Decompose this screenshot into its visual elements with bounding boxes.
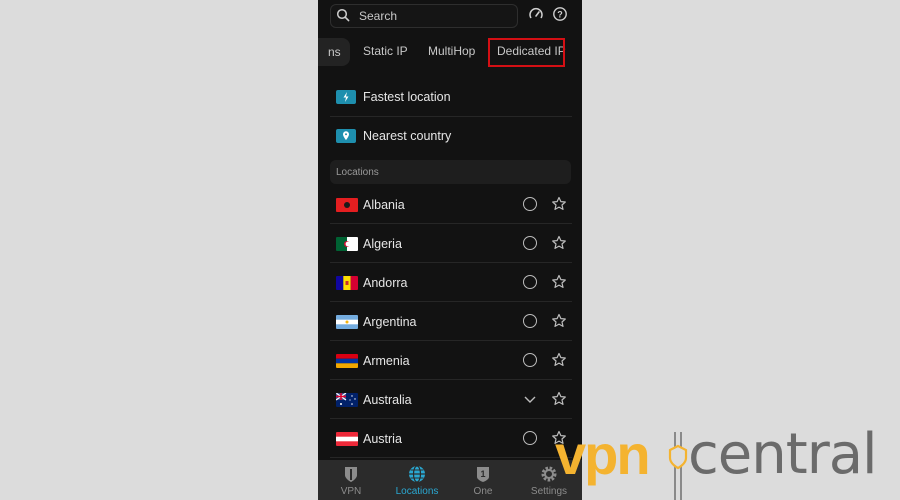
nav-locations[interactable]: Locations	[384, 460, 450, 500]
highlight-box	[488, 38, 565, 67]
shield-icon	[345, 467, 357, 482]
flag-andorra-icon	[336, 276, 358, 290]
tab-locations[interactable]: ns	[318, 38, 350, 66]
location-name: Andorra	[363, 276, 408, 290]
flag-armenia-icon	[336, 354, 358, 368]
connect-radio[interactable]	[523, 314, 537, 328]
tab-static-ip[interactable]: Static IP	[363, 44, 408, 58]
speed-test-icon[interactable]	[528, 6, 544, 22]
logo-vpn-text: vpn	[555, 423, 651, 486]
globe-icon	[409, 465, 425, 483]
flag-australia-icon	[336, 393, 358, 407]
bolt-icon	[336, 90, 356, 104]
bottom-nav: VPN Locations 1 One Settings	[318, 460, 582, 500]
app-window: Search ? ns Static IP MultiHop Dedicated…	[318, 0, 582, 500]
nearest-country-item[interactable]: Nearest country	[330, 117, 572, 155]
location-row-andorra[interactable]: Andorra	[330, 263, 572, 302]
flag-argentina-icon	[336, 315, 358, 329]
logo-shield-icon	[668, 432, 688, 500]
search-placeholder: Search	[359, 9, 398, 23]
nav-vpn[interactable]: VPN	[318, 460, 384, 500]
chevron-down-icon[interactable]	[523, 392, 537, 406]
flag-albania-icon	[336, 198, 358, 212]
vpncentral-watermark: vpn central	[555, 422, 900, 500]
location-name: Algeria	[363, 237, 402, 251]
help-icon[interactable]: ?	[552, 6, 568, 22]
flag-austria-icon	[336, 432, 358, 446]
one-badge-icon: 1	[477, 467, 489, 482]
connect-radio[interactable]	[523, 197, 537, 211]
location-name: Argentina	[363, 315, 417, 329]
location-name: Albania	[363, 198, 405, 212]
svg-text:?: ?	[557, 10, 563, 20]
flag-algeria-icon	[336, 237, 358, 251]
location-row-austria[interactable]: Austria	[330, 419, 572, 458]
fastest-location-item[interactable]: Fastest location	[330, 78, 572, 116]
nearest-country-label: Nearest country	[363, 129, 452, 143]
favorite-star-icon[interactable]	[551, 313, 567, 329]
divider	[330, 457, 572, 458]
connect-radio[interactable]	[523, 353, 537, 367]
location-row-armenia[interactable]: Armenia	[330, 341, 572, 380]
favorite-star-icon[interactable]	[551, 274, 567, 290]
logo-central-text: central	[688, 422, 878, 487]
favorite-star-icon[interactable]	[551, 235, 567, 251]
favorite-star-icon[interactable]	[551, 352, 567, 368]
location-pin-icon	[336, 129, 356, 143]
location-row-argentina[interactable]: Argentina	[330, 302, 572, 341]
location-name: Austria	[363, 432, 402, 446]
location-name: Australia	[363, 393, 412, 407]
tab-multihop[interactable]: MultiHop	[428, 44, 475, 58]
location-row-australia[interactable]: Australia	[330, 380, 572, 419]
search-icon	[336, 8, 350, 22]
location-name: Armenia	[363, 354, 410, 368]
nav-one[interactable]: 1 One	[450, 460, 516, 500]
favorite-star-icon[interactable]	[551, 196, 567, 212]
connect-radio[interactable]	[523, 431, 537, 445]
location-row-algeria[interactable]: Algeria	[330, 224, 572, 263]
locations-section-header: Locations	[330, 160, 571, 184]
search-input[interactable]: Search	[330, 4, 518, 28]
connect-radio[interactable]	[523, 275, 537, 289]
favorite-star-icon[interactable]	[551, 391, 567, 407]
fastest-location-label: Fastest location	[363, 90, 451, 104]
svg-text:1: 1	[480, 469, 485, 479]
connect-radio[interactable]	[523, 236, 537, 250]
location-row-albania[interactable]: Albania	[330, 185, 572, 224]
